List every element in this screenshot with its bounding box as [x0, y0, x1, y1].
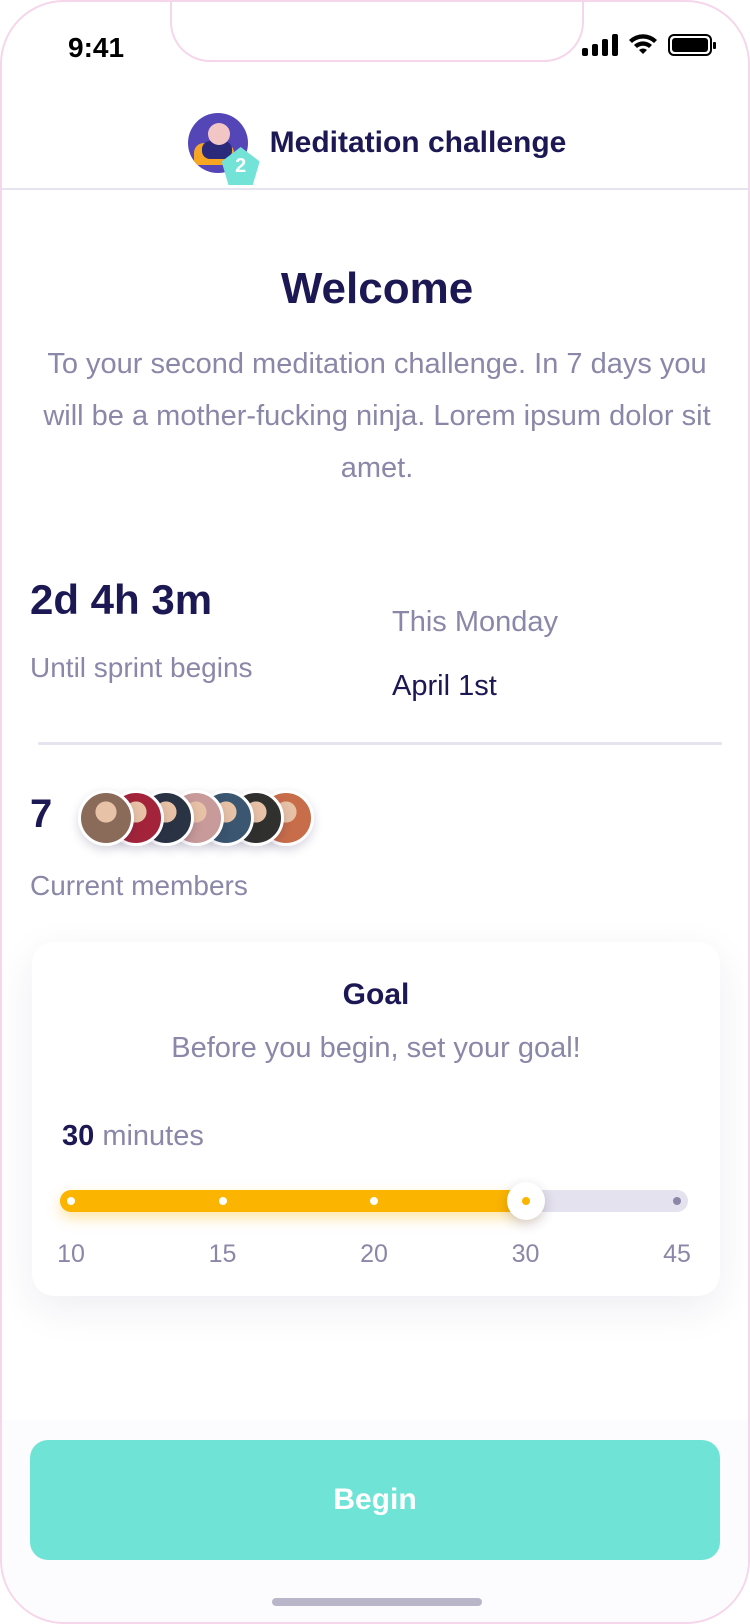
wifi-icon: [629, 34, 657, 54]
countdown-value: 2d 4h 3m: [30, 576, 213, 623]
slider-stop[interactable]: [370, 1197, 378, 1205]
battery-icon: [668, 34, 716, 56]
begin-button[interactable]: Begin: [30, 1440, 720, 1560]
slider-tick-label: 20: [360, 1240, 388, 1268]
slider-tick-label: 15: [208, 1240, 237, 1268]
slider-tick-label: 10: [57, 1240, 85, 1268]
members-count: 7: [30, 792, 53, 836]
slider-thumb[interactable]: [506, 1182, 545, 1220]
goal-value-readout: 30 minutes: [62, 1120, 204, 1153]
challenge-badge: 2: [187, 113, 260, 185]
slider-tick-label: 45: [663, 1240, 691, 1268]
start-date-label: This Monday: [392, 606, 559, 638]
slider-stop[interactable]: [67, 1197, 75, 1205]
goal-value: 30: [62, 1120, 95, 1152]
phone-frame: 9:41 2 Meditation challenge Welcome To y…: [0, 0, 750, 1624]
divider: [38, 742, 722, 745]
notch: [170, 2, 584, 62]
slider-stop[interactable]: [218, 1197, 227, 1205]
goal-unit: minutes: [102, 1120, 204, 1152]
header-title: Meditation challenge: [269, 126, 567, 159]
slider-tick-label: 30: [511, 1240, 540, 1268]
status-icons: [582, 34, 716, 56]
member-avatar[interactable]: [78, 790, 134, 846]
countdown-label: Until sprint begins: [30, 652, 253, 683]
start-date-value: April 1st: [392, 670, 497, 702]
goal-slider[interactable]: [60, 1182, 688, 1220]
goal-title: Goal: [342, 978, 410, 1011]
slider-stop[interactable]: [673, 1197, 681, 1205]
welcome-title: Welcome: [280, 264, 474, 313]
goal-subtitle: Before you begin, set your goal!: [171, 1032, 581, 1064]
members-label: Current members: [30, 870, 248, 901]
app-header: 2 Meditation challenge: [2, 98, 748, 190]
slider-fill: [60, 1190, 537, 1212]
home-indicator: [272, 1598, 482, 1606]
cellular-signal-icon: [582, 34, 618, 56]
status-time: 9:41: [68, 32, 125, 63]
goal-card: Goal Before you begin, set your goal! 30…: [32, 942, 720, 1296]
welcome-text: To your second meditation challenge. In …: [43, 348, 711, 484]
